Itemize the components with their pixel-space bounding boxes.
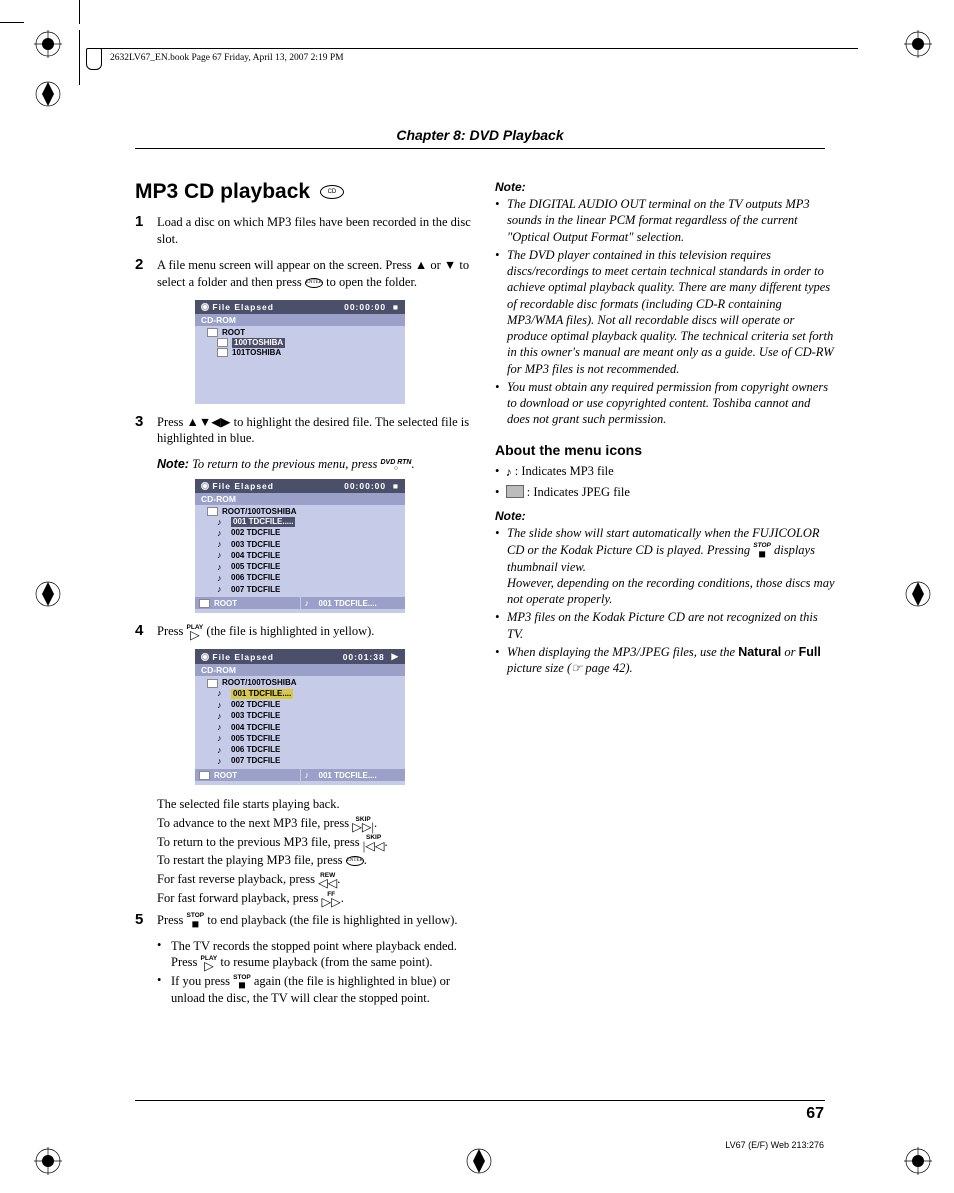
step-number: 5 — [135, 912, 157, 932]
disc-icon — [201, 303, 209, 311]
skip-back-button-icon: SKIP|◁◁ — [363, 835, 385, 850]
folder-icon — [199, 771, 210, 780]
sub-bullet: • If you press STOP■ again (the file is … — [157, 973, 475, 1007]
reg-mark-icon — [34, 580, 62, 608]
osd-cdrom-label: CD-ROM — [195, 664, 405, 676]
note-icon: ♪ — [305, 598, 315, 608]
note-heading: Note: — [495, 509, 835, 523]
section-heading: MP3 CD playback CD — [135, 180, 475, 204]
play-icon: ▶ — [391, 651, 399, 662]
play-button-icon: PLAY▷ — [201, 956, 218, 971]
footer-code: LV67 (E/F) Web 213:276 — [725, 1140, 824, 1150]
chapter-rule — [135, 148, 825, 149]
note-bullet: •MP3 files on the Kodak Picture CD are n… — [495, 609, 835, 642]
enter-button-icon: ENTER — [305, 278, 323, 288]
osd-screenshot: File Elapsed00:01:38 ▶ CD-ROM ROOT/100TO… — [195, 649, 405, 785]
chapter-title: Chapter 8: DVD Playback — [135, 127, 825, 143]
icon-legend: • ♪ : Indicates MP3 file — [495, 462, 835, 481]
rew-button-icon: REW◁◁ — [318, 873, 337, 888]
page-number: 67 — [806, 1105, 824, 1123]
note-bullet: •The DIGITAL AUDIO OUT terminal on the T… — [495, 196, 835, 245]
folder-icon — [199, 599, 210, 608]
crop-mark — [79, 0, 80, 24]
note-icon: ♪ — [217, 711, 227, 722]
section-heading-text: MP3 CD playback — [135, 180, 310, 203]
note-bullet: •When displaying the MP3/JPEG files, use… — [495, 644, 835, 677]
note-icon: ♪ — [217, 539, 227, 550]
mp3-file-icon: ♪ — [506, 463, 512, 481]
crop-mark — [0, 22, 24, 23]
dvd-rtn-button-icon: DVD RTN○ — [381, 460, 412, 473]
crop-mark — [79, 30, 80, 85]
reg-mark-icon — [904, 30, 932, 58]
reg-mark-icon — [34, 80, 62, 108]
note-icon: ♪ — [217, 562, 227, 573]
stop-button-icon: STOP■ — [753, 543, 771, 558]
skip-fwd-button-icon: SKIP▷▷| — [352, 817, 374, 832]
reg-mark-icon — [465, 1147, 493, 1175]
note-icon: ♪ — [217, 584, 227, 595]
play-button-icon: PLAY▷ — [187, 625, 204, 640]
step-body: Press PLAY▷ (the file is highlighted in … — [157, 623, 475, 643]
stop-button-icon: STOP■ — [187, 913, 205, 928]
sub-bullet: • The TV records the stopped point where… — [157, 938, 475, 972]
note-icon: ♪ — [217, 733, 227, 744]
page-info: 2632LV67_EN.book Page 67 Friday, April 1… — [110, 53, 344, 63]
osd-cdrom-label: CD-ROM — [195, 493, 405, 505]
step-number: 2 — [135, 257, 157, 294]
note-icon: ♪ — [217, 722, 227, 733]
note-icon: ♪ — [217, 756, 227, 767]
folder-icon — [217, 338, 228, 347]
note-bullet: •The DVD player contained in this televi… — [495, 247, 835, 377]
note-bullet: •The slide show will start automatically… — [495, 525, 835, 607]
note-icon: ♪ — [217, 528, 227, 539]
note-icon: ♪ — [217, 700, 227, 711]
stop-button-icon: STOP■ — [233, 975, 251, 990]
folder-icon — [207, 679, 218, 688]
subsection-heading: About the menu icons — [495, 442, 835, 458]
note-icon: ♪ — [217, 573, 227, 584]
note-icon: ♪ — [217, 550, 227, 561]
reg-mark-icon — [904, 580, 932, 608]
folder-icon — [207, 328, 218, 337]
reg-mark-icon — [34, 1147, 62, 1175]
folder-icon — [207, 507, 218, 516]
book-icon — [86, 48, 102, 70]
step-number: 3 — [135, 414, 157, 451]
step-body: Press ▲▼◀▶ to highlight the desired file… — [157, 414, 475, 451]
osd-cdrom-label: CD-ROM — [195, 314, 405, 326]
disc-icon — [201, 482, 209, 490]
note-heading: Note: — [495, 180, 835, 194]
osd-screenshot: File Elapsed00:00:00 ■ CD-ROM ROOT/100TO… — [195, 479, 405, 614]
jpeg-file-icon — [506, 485, 524, 498]
ff-button-icon: FF▷▷ — [322, 892, 341, 907]
reg-mark-icon — [34, 30, 62, 58]
note-bullet: •You must obtain any required permission… — [495, 379, 835, 428]
step-number: 4 — [135, 623, 157, 643]
step-number: 1 — [135, 214, 157, 251]
osd-screenshot: File Elapsed00:00:00 ■ CD-ROM ROOT 100TO… — [195, 300, 405, 404]
stop-icon: ■ — [393, 481, 399, 491]
cd-badge-icon: CD — [320, 185, 344, 199]
note-icon: ♪ — [217, 517, 227, 528]
stop-icon: ■ — [393, 302, 399, 312]
header-rule — [98, 48, 858, 49]
step-body: Press STOP■ to end playback (the file is… — [157, 912, 475, 932]
playback-instructions: The selected file starts playing back. T… — [157, 795, 475, 908]
note: Note: To return to the previous menu, pr… — [157, 456, 475, 472]
note-icon: ♪ — [217, 745, 227, 756]
folder-icon — [217, 348, 228, 357]
footer-rule — [135, 1100, 825, 1101]
enter-button-icon: ENTER — [346, 856, 364, 866]
note-icon: ♪ — [217, 688, 227, 699]
step-body: A file menu screen will appear on the sc… — [157, 257, 475, 294]
note-icon: ♪ — [305, 770, 315, 780]
icon-legend: • : Indicates JPEG file — [495, 483, 835, 502]
reg-mark-icon — [904, 1147, 932, 1175]
step-body: Load a disc on which MP3 files have been… — [157, 214, 475, 251]
disc-icon — [201, 653, 209, 661]
